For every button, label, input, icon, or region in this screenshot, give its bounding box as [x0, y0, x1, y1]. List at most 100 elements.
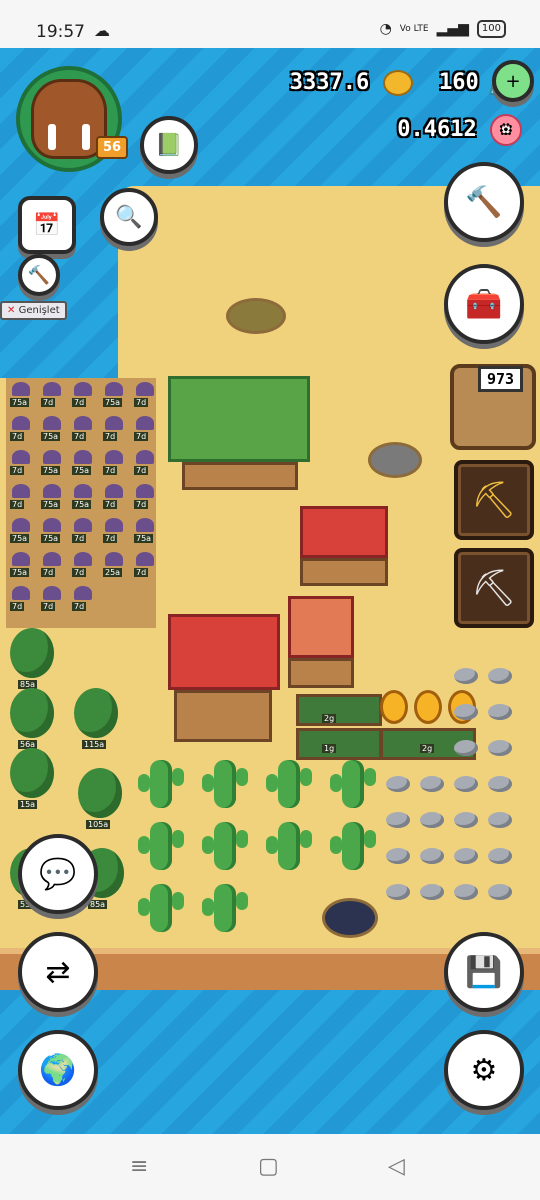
crop-plant[interactable]: [43, 552, 61, 566]
stone[interactable]: [454, 812, 478, 828]
crop-plant[interactable]: [74, 416, 92, 430]
green-roof-house[interactable]: [168, 376, 310, 490]
crop-plant[interactable]: [43, 518, 61, 532]
stone[interactable]: [386, 848, 410, 864]
crop-plant[interactable]: [105, 484, 123, 498]
game-view[interactable]: 75a 7d 7d 75a 7d 7d 75a 7d 7d 7d 7d 75a 75a 7d 7d 7d 75a…: [0, 48, 540, 1134]
book-clock-icon[interactable]: 📗: [140, 116, 198, 174]
golden-pickaxe-icon[interactable]: ⛏: [454, 460, 534, 540]
crop-plant[interactable]: [136, 518, 154, 532]
plus-icon[interactable]: +: [492, 60, 534, 102]
stone[interactable]: [454, 704, 478, 720]
shop-house[interactable]: [288, 596, 354, 688]
hammer-small-icon[interactable]: 🔨: [18, 254, 60, 296]
red-roof-house[interactable]: [168, 614, 280, 744]
dark-pond[interactable]: [322, 898, 378, 938]
crop-plant[interactable]: [136, 484, 154, 498]
cactus[interactable]: [330, 760, 376, 808]
stone[interactable]: [488, 704, 512, 720]
home-icon[interactable]: ▢: [258, 1154, 279, 1179]
hammer-icon[interactable]: 🔨: [444, 162, 524, 242]
tree[interactable]: [10, 628, 54, 678]
crop-plant[interactable]: [43, 416, 61, 430]
crop-plant[interactable]: [105, 552, 123, 566]
cactus[interactable]: [138, 884, 184, 932]
crop-plant[interactable]: [105, 382, 123, 396]
stone[interactable]: [386, 776, 410, 792]
crop-plant[interactable]: [12, 552, 30, 566]
stone[interactable]: [488, 884, 512, 900]
stone[interactable]: [420, 848, 444, 864]
crop-plant[interactable]: [105, 416, 123, 430]
crop-plant[interactable]: [43, 450, 61, 464]
crop-plant[interactable]: [74, 518, 92, 532]
pit[interactable]: [226, 298, 286, 334]
stone[interactable]: [488, 740, 512, 756]
crop-plant[interactable]: [136, 552, 154, 566]
calendar-icon[interactable]: 📅: [18, 196, 76, 254]
cactus[interactable]: [266, 822, 312, 870]
cactus[interactable]: [202, 760, 248, 808]
status-bar: 19:57 ☁ ◔ Vo LTE ▂▄▆ 100: [0, 0, 540, 48]
garden-plot[interactable]: [296, 728, 382, 760]
gear-icon[interactable]: ⚙: [444, 1030, 524, 1110]
garden-plot[interactable]: [296, 694, 382, 726]
tree[interactable]: [10, 748, 54, 798]
crop-plant[interactable]: [136, 382, 154, 396]
stone[interactable]: [488, 812, 512, 828]
cactus[interactable]: [202, 884, 248, 932]
cactus[interactable]: [266, 760, 312, 808]
stone[interactable]: [454, 776, 478, 792]
magnifier-icon[interactable]: 🔍: [100, 188, 158, 246]
crop-plant[interactable]: [74, 484, 92, 498]
crop-plant[interactable]: [12, 484, 30, 498]
stone[interactable]: [454, 884, 478, 900]
level-badge: 56: [96, 136, 129, 159]
crop-plant[interactable]: [74, 450, 92, 464]
stone[interactable]: [454, 668, 478, 684]
stone[interactable]: [420, 776, 444, 792]
stone[interactable]: [488, 776, 512, 792]
crop-plant[interactable]: [43, 382, 61, 396]
cactus[interactable]: [138, 822, 184, 870]
stone[interactable]: [454, 848, 478, 864]
toolbox-icon[interactable]: 🧰: [444, 264, 524, 344]
stone[interactable]: [454, 740, 478, 756]
stone[interactable]: [488, 848, 512, 864]
tree[interactable]: [74, 688, 118, 738]
tree[interactable]: [10, 688, 54, 738]
crop-plant[interactable]: [74, 552, 92, 566]
crop-plant[interactable]: [43, 484, 61, 498]
kitchen-house[interactable]: [300, 506, 388, 586]
fire-pit[interactable]: [368, 442, 422, 478]
cactus[interactable]: [138, 760, 184, 808]
tree[interactable]: [78, 768, 122, 818]
crop-plant[interactable]: [105, 450, 123, 464]
cactus[interactable]: [202, 822, 248, 870]
stone[interactable]: [488, 668, 512, 684]
crop-plant[interactable]: [74, 382, 92, 396]
recent-apps-icon[interactable]: ≡: [130, 1154, 148, 1179]
crop-plant[interactable]: [43, 586, 61, 600]
stone[interactable]: [386, 812, 410, 828]
crop-plant[interactable]: [74, 586, 92, 600]
crop-plant[interactable]: [12, 416, 30, 430]
crop-plant[interactable]: [136, 416, 154, 430]
stone[interactable]: [420, 884, 444, 900]
crop-plant[interactable]: [12, 518, 30, 532]
chat-icon[interactable]: 💬: [18, 834, 98, 914]
crop-plant[interactable]: [12, 586, 30, 600]
globe-icon[interactable]: 🌍: [18, 1030, 98, 1110]
stone[interactable]: [420, 812, 444, 828]
crop-plant[interactable]: [12, 382, 30, 396]
pickaxe-icon[interactable]: ⛏: [454, 548, 534, 628]
stone[interactable]: [386, 884, 410, 900]
swap-arrows-icon[interactable]: ⇄: [18, 932, 98, 1012]
cactus[interactable]: [330, 822, 376, 870]
back-icon[interactable]: ◁: [388, 1154, 405, 1179]
crop-plant[interactable]: [105, 518, 123, 532]
crop-plant[interactable]: [136, 450, 154, 464]
crop-plant[interactable]: [12, 450, 30, 464]
save-icon[interactable]: 💾: [444, 932, 524, 1012]
expand-button[interactable]: ✕ Genişlet: [0, 301, 67, 320]
